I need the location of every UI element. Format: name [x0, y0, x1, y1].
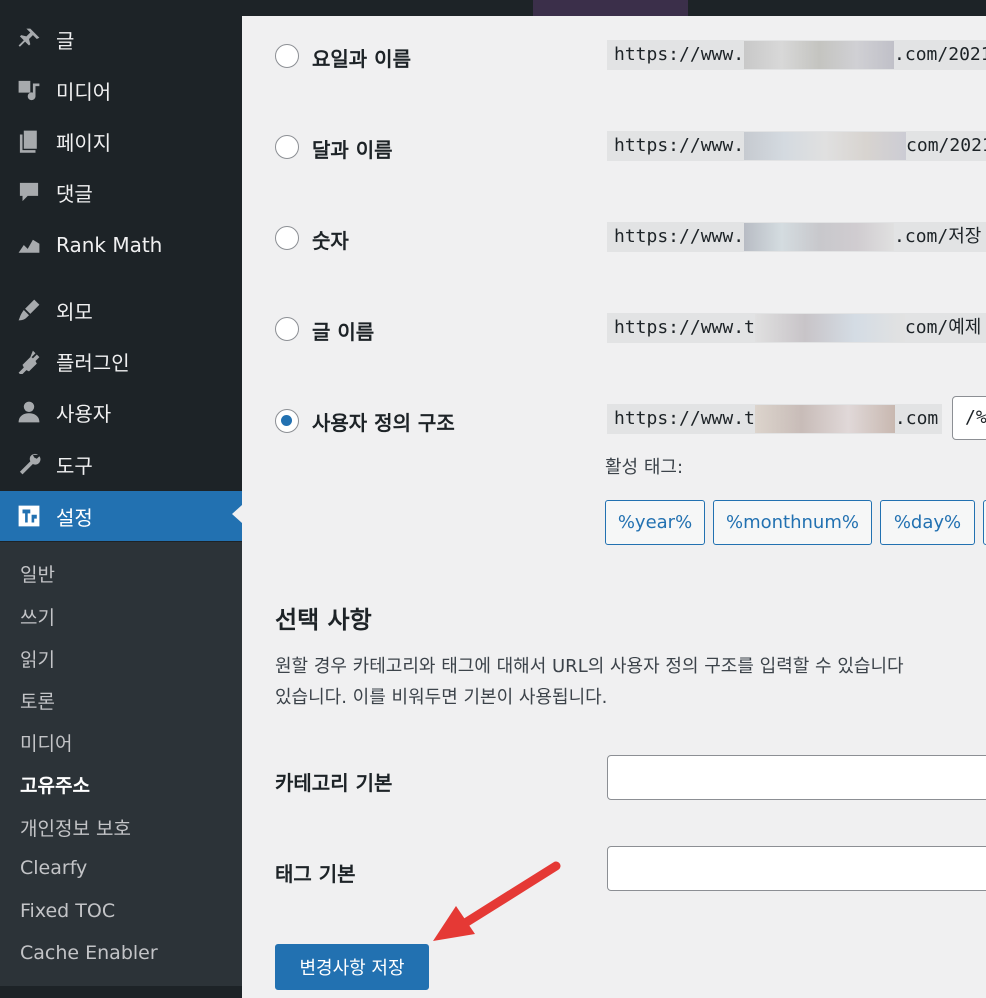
- sidebar-item-comments[interactable]: 댓글: [0, 169, 242, 215]
- sidebar-item-label: 도구: [56, 453, 93, 478]
- submenu-item-reading[interactable]: 읽기: [20, 645, 55, 672]
- save-changes-button[interactable]: 변경사항 저장: [275, 944, 429, 990]
- sidebar-item-pages[interactable]: 페이지: [0, 118, 242, 164]
- optional-description-line-1: 원할 경우 카테고리와 태그에 대해서 URL의 사용자 정의 구조를 입력할 …: [275, 656, 904, 677]
- category-base-label: 카테고리 기본: [275, 771, 393, 795]
- url-prefix: https://www.t: [614, 317, 755, 338]
- sidebar-footer: [0, 986, 242, 998]
- main-content: 요일과 이름 https://www. .com/2021 달과 이름 https…: [242, 16, 986, 998]
- sidebar-item-media[interactable]: 미디어: [0, 67, 242, 113]
- url-suffix: .com/2021: [894, 44, 986, 65]
- sidebar-item-appearance[interactable]: 외모: [0, 287, 242, 333]
- radio-day-name[interactable]: [275, 44, 299, 68]
- submenu-item-media[interactable]: 미디어: [20, 729, 72, 756]
- sidebar-item-label: 페이지: [56, 130, 112, 155]
- submenu-item-clearfy[interactable]: Clearfy: [20, 857, 87, 879]
- submenu-item-permalinks[interactable]: 고유주소: [20, 771, 90, 798]
- tag-button-day[interactable]: %day%: [880, 500, 975, 545]
- radio-numeric[interactable]: [275, 226, 299, 250]
- redacted-domain: [754, 405, 895, 433]
- sidebar-item-label: 댓글: [56, 181, 93, 206]
- tag-button-monthnum[interactable]: %monthnum%: [713, 500, 872, 545]
- url-example: https://www. com/2021: [607, 131, 986, 161]
- redacted-domain: [754, 314, 905, 342]
- settings-icon: [0, 503, 56, 529]
- url-prefix: https://www.: [614, 226, 745, 247]
- available-tags-label: 활성 태그:: [605, 457, 684, 478]
- submenu-item-cache-enabler[interactable]: Cache Enabler: [20, 942, 158, 964]
- url-suffix: .com/저장: [894, 226, 982, 247]
- url-suffix: .com: [894, 408, 939, 429]
- sidebar-item-label: 설정: [56, 505, 93, 530]
- custom-structure-input[interactable]: /%: [952, 396, 986, 440]
- submenu-item-privacy[interactable]: 개인정보 보호: [20, 814, 131, 841]
- optional-description-line-2: 있습니다. 이를 비워두면 기본이 사용됩니다.: [275, 687, 608, 708]
- user-icon: [0, 399, 56, 425]
- sidebar-item-rank-math[interactable]: Rank Math: [0, 222, 242, 268]
- option-label: 글 이름: [312, 320, 375, 344]
- wrench-icon: [0, 451, 56, 477]
- url-suffix: com/예제: [904, 317, 982, 338]
- option-label: 사용자 정의 구조: [312, 411, 455, 435]
- tag-base-input[interactable]: [607, 846, 986, 891]
- submenu-item-discussion[interactable]: 토론: [20, 687, 55, 714]
- url-prefix: https://www.: [614, 44, 745, 65]
- optional-section-title: 선택 사항: [275, 606, 372, 634]
- url-prefix: https://www.t: [614, 408, 755, 429]
- sidebar-item-label: Rank Math: [56, 233, 163, 257]
- option-label: 달과 이름: [312, 138, 393, 162]
- url-example: https://www. .com/2021: [607, 40, 986, 70]
- sidebar-item-settings[interactable]: 설정: [0, 491, 242, 541]
- redacted-domain: [744, 223, 895, 251]
- plugin-icon: [0, 348, 56, 374]
- redacted-domain: [744, 132, 907, 160]
- admin-bar: [0, 0, 986, 16]
- url-suffix: com/2021: [906, 135, 986, 156]
- sidebar-item-label: 글: [56, 28, 75, 53]
- admin-bar-item[interactable]: [533, 0, 688, 16]
- sidebar-item-posts[interactable]: 글: [0, 16, 242, 62]
- radio-post-name[interactable]: [275, 317, 299, 341]
- sidebar-item-users[interactable]: 사용자: [0, 389, 242, 435]
- url-example: https://www. .com/저장: [607, 222, 986, 252]
- pin-icon: [0, 26, 56, 52]
- sidebar-item-label: 외모: [56, 299, 93, 324]
- rank-math-icon: [0, 232, 56, 258]
- submenu-item-fixed-toc[interactable]: Fixed TOC: [20, 900, 115, 922]
- url-example: https://www.t .com: [607, 404, 942, 434]
- radio-month-name[interactable]: [275, 135, 299, 159]
- page-icon: [0, 128, 56, 154]
- sidebar-item-label: 플러그인: [56, 350, 130, 375]
- tag-base-label: 태그 기본: [275, 862, 356, 886]
- admin-sidebar: 글 미디어 페이지 댓글 Rank Math 외모 플러그인 사용자 도구 설정…: [0, 16, 242, 998]
- comment-icon: [0, 179, 56, 205]
- option-label: 숫자: [312, 229, 349, 253]
- radio-custom-structure[interactable]: [275, 409, 299, 433]
- url-example: https://www.t com/예제: [607, 313, 986, 343]
- sidebar-item-label: 사용자: [56, 401, 112, 426]
- brush-icon: [0, 297, 56, 323]
- settings-submenu: 일반 쓰기 읽기 토론 미디어 고유주소 개인정보 보호 Clearfy Fix…: [0, 542, 242, 998]
- tag-button-year[interactable]: %year%: [605, 500, 705, 545]
- media-icon: [0, 77, 56, 103]
- submenu-item-general[interactable]: 일반: [20, 560, 55, 587]
- sidebar-item-label: 미디어: [56, 79, 112, 104]
- sidebar-item-tools[interactable]: 도구: [0, 441, 242, 487]
- submenu-item-writing[interactable]: 쓰기: [20, 603, 55, 630]
- redacted-domain: [744, 41, 895, 69]
- option-label: 요일과 이름: [312, 47, 411, 71]
- category-base-input[interactable]: [607, 755, 986, 800]
- sidebar-item-plugins[interactable]: 플러그인: [0, 338, 242, 384]
- url-prefix: https://www.: [614, 135, 745, 156]
